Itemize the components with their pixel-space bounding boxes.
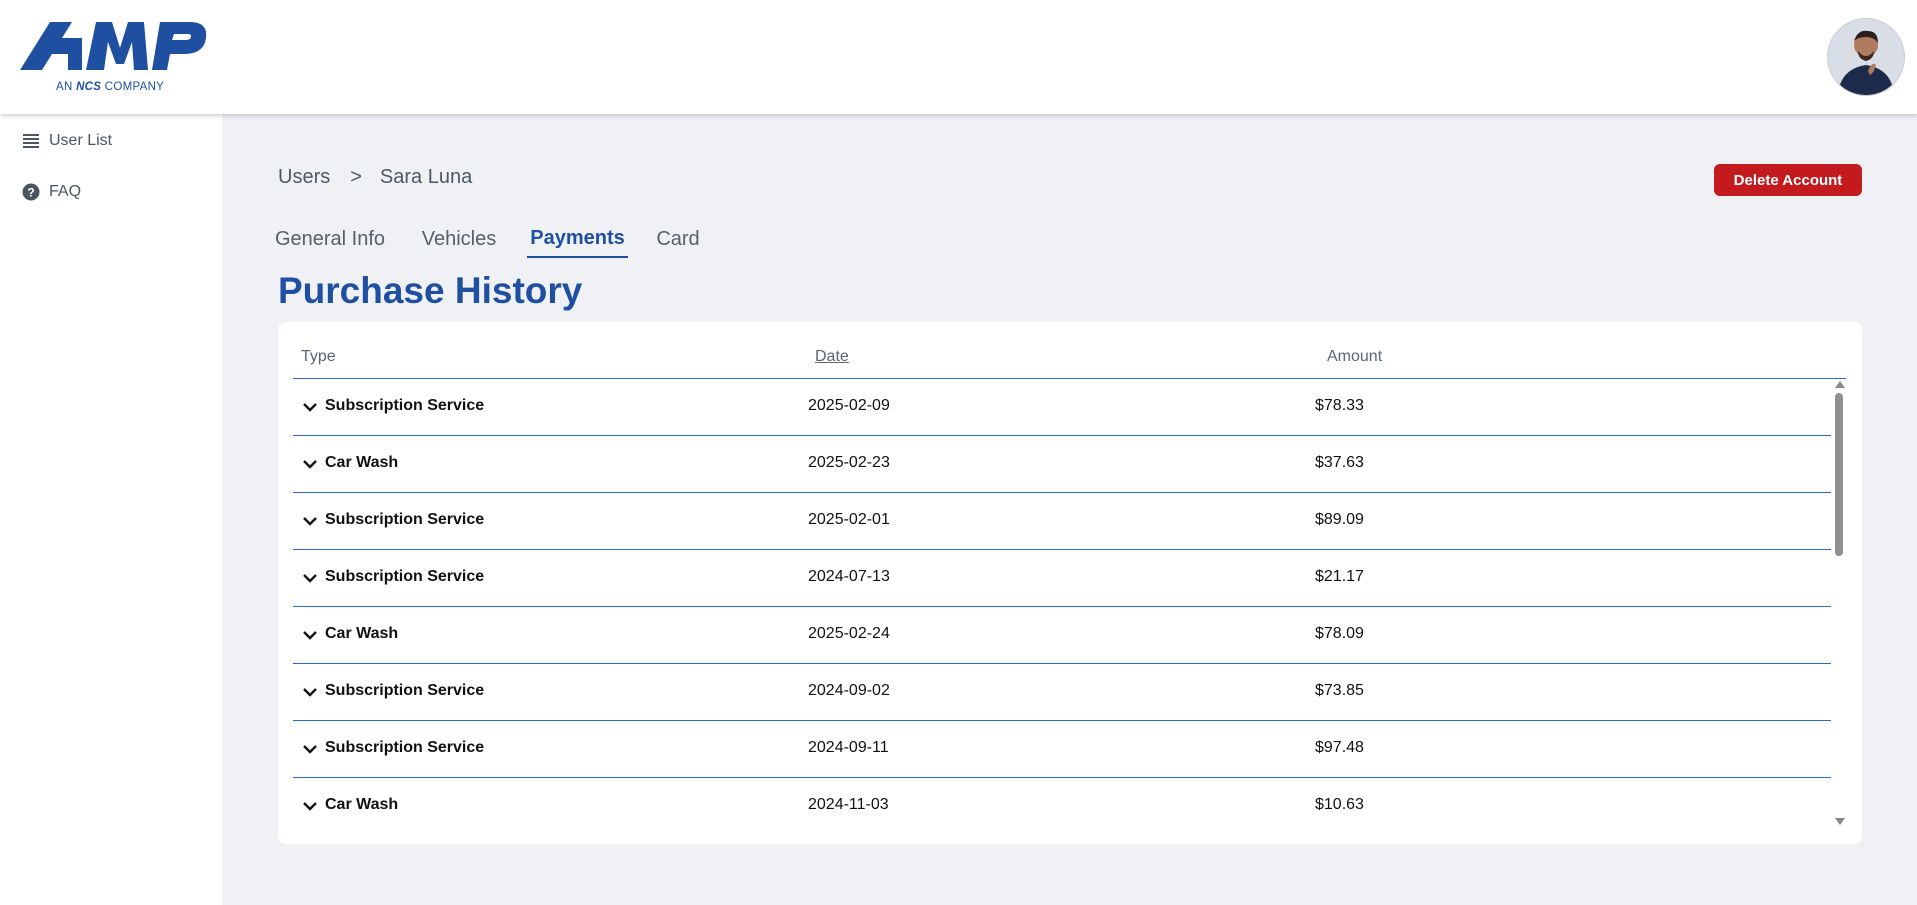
table-row[interactable]: Subscription Service 2024-07-13 $21.17 [293,550,1831,607]
row-date: 2025-02-23 [808,454,890,471]
row-amount: $78.09 [1315,625,1364,642]
chevron-down-icon[interactable] [302,798,318,814]
row-amount: $78.33 [1315,397,1364,414]
row-date: 2025-02-24 [808,625,890,642]
row-type: Subscription Service [325,682,485,699]
help-icon: ? [22,183,40,201]
row-type: Subscription Service [325,511,485,528]
row-type: Car Wash [325,454,399,471]
purchase-history-card: Type Date Amount Subscription Service 20… [278,322,1862,844]
delete-account-button[interactable]: Delete Account [1714,164,1862,196]
breadcrumb-users-link[interactable]: Users [278,166,330,189]
sidebar: User List ? FAQ [0,114,222,905]
tab-vehicles[interactable]: Vehicles [420,220,498,258]
page-title: Purchase History [278,270,583,311]
scroll-thumb[interactable] [1835,393,1843,556]
row-amount: $73.85 [1315,682,1364,699]
amp-logo[interactable]: AN NCS COMPANY [20,18,210,96]
chevron-down-icon[interactable] [302,627,318,643]
table-row[interactable]: Car Wash 2024-11-03 $10.63 [293,778,1831,834]
table-row[interactable]: Car Wash 2025-02-24 $78.09 [293,607,1831,664]
table-row[interactable]: Subscription Service 2025-02-09 $78.33 [293,379,1831,436]
svg-text:?: ? [27,186,34,200]
amp-logo-mark [20,22,207,70]
chevron-down-icon[interactable] [302,513,318,529]
row-amount: $89.09 [1315,511,1364,528]
table-row[interactable]: Car Wash 2025-02-23 $37.63 [293,436,1831,493]
tab-general-info[interactable]: General Info [275,220,385,258]
scroll-down-arrow-icon[interactable] [1835,818,1845,825]
sidebar-item-label: User List [49,132,113,149]
row-type: Subscription Service [325,739,485,756]
table-scrollbar[interactable] [1833,379,1846,825]
avatar-person-icon [1828,19,1904,95]
table-row[interactable]: Subscription Service 2024-09-11 $97.48 [293,721,1831,778]
chevron-down-icon[interactable] [302,570,318,586]
row-amount: $10.63 [1315,796,1364,813]
chevron-down-icon[interactable] [302,399,318,415]
row-amount: $21.17 [1315,568,1364,585]
sidebar-item-faq[interactable]: ? FAQ [22,181,81,203]
tab-payments[interactable]: Payments [527,220,628,258]
row-amount: $97.48 [1315,739,1364,756]
logo-tagline: AN NCS COMPANY [56,81,165,93]
row-type: Subscription Service [325,397,485,414]
sidebar-item-user-list[interactable]: User List [22,130,112,152]
row-type: Subscription Service [325,568,485,585]
row-type: Car Wash [325,625,399,642]
chevron-down-icon[interactable] [302,684,318,700]
row-date: 2025-02-01 [808,511,890,528]
column-header-date[interactable]: Date [815,348,849,366]
column-header-amount: Amount [1327,348,1383,365]
list-icon [22,132,40,150]
chevron-down-icon[interactable] [302,741,318,757]
row-date: 2024-09-02 [808,682,890,699]
scroll-up-arrow-icon[interactable] [1835,381,1845,388]
breadcrumb-separator: > [350,166,362,188]
user-avatar[interactable] [1827,18,1905,96]
column-header-type: Type [301,348,336,365]
sidebar-item-label: FAQ [49,183,82,200]
row-date: 2025-02-09 [808,397,890,414]
table-body[interactable]: Subscription Service 2025-02-09 $78.33 C… [293,379,1831,836]
row-date: 2024-11-03 [808,796,889,813]
row-type: Car Wash [325,796,399,813]
table-row[interactable]: Subscription Service 2025-02-01 $89.09 [293,493,1831,550]
row-amount: $37.63 [1315,454,1364,471]
breadcrumb-current: Sara Luna [379,166,473,188]
top-header: AN NCS COMPANY [0,0,1917,114]
row-date: 2024-09-11 [808,739,889,756]
tab-card[interactable]: Card [654,220,702,258]
breadcrumb: Users > Sara Luna [278,166,472,189]
row-date: 2024-07-13 [808,568,890,585]
table-row[interactable]: Subscription Service 2024-09-02 $73.85 [293,664,1831,721]
chevron-down-icon[interactable] [302,456,318,472]
table-header: Type Date Amount [293,322,1846,379]
